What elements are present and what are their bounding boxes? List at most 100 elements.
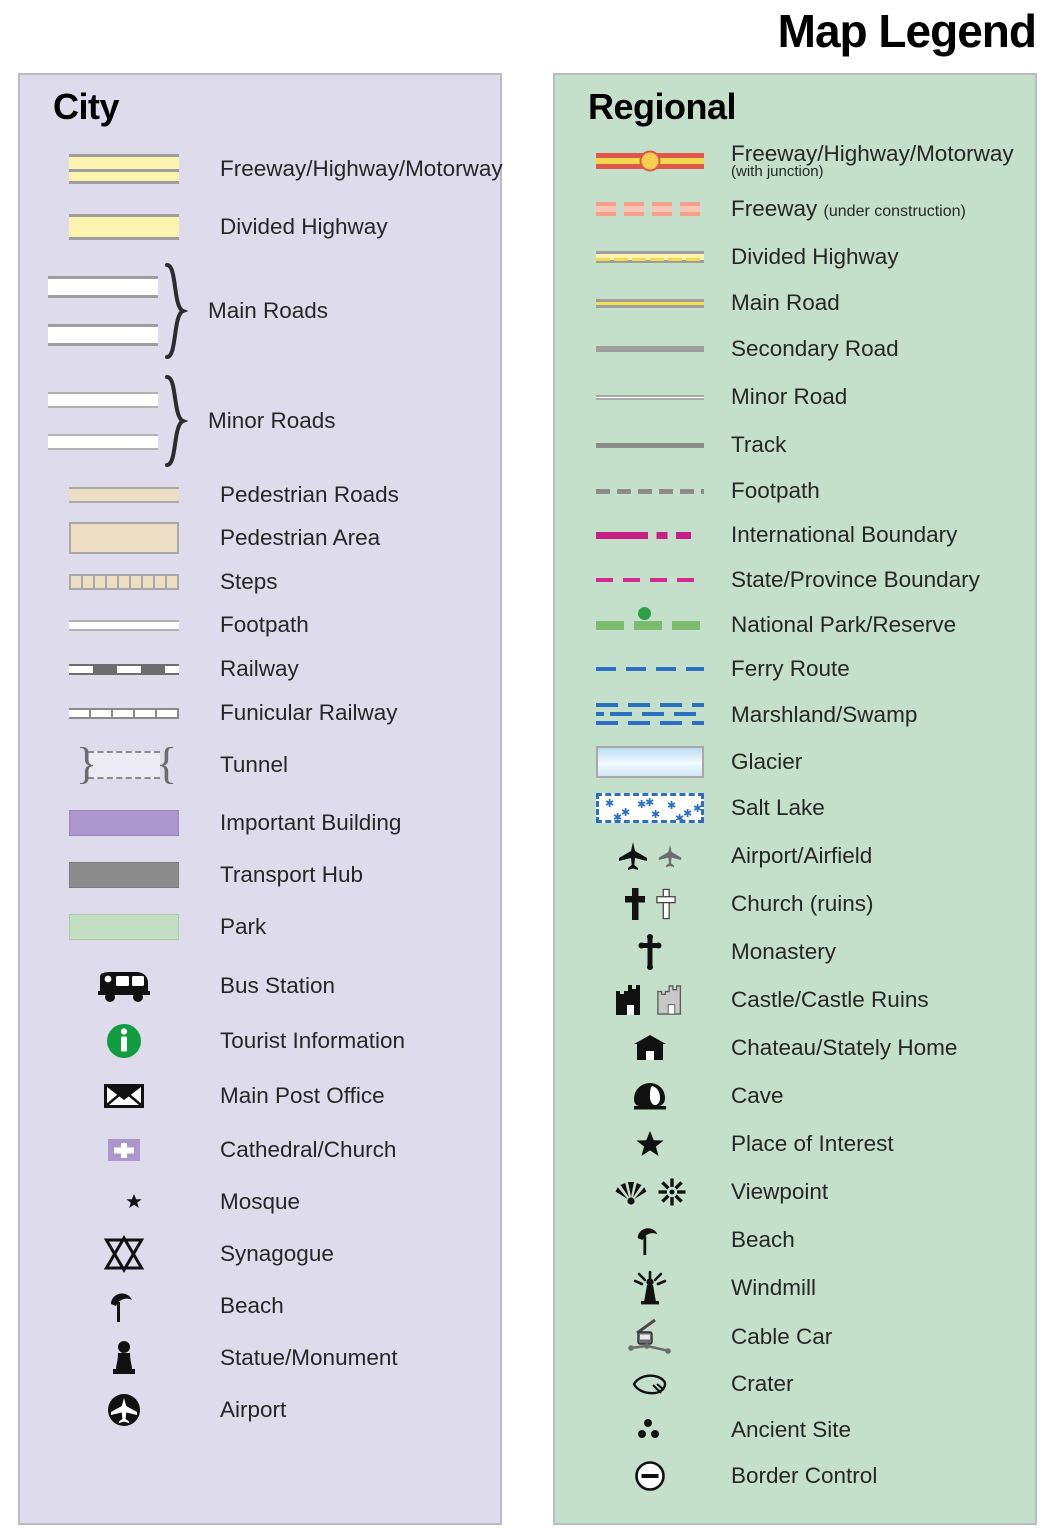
list-item-label: Freeway/Highway/Motorway (220, 156, 503, 182)
list-item[interactable]: Minor Road (555, 373, 1035, 421)
crater-icon (585, 1371, 715, 1397)
list-item-label: Bus Station (220, 973, 336, 999)
tunnel-symbol: } { (48, 739, 200, 788)
crescent-star-icon (48, 1185, 200, 1219)
list-item-label: Pedestrian Area (220, 525, 381, 551)
list-item-label: Salt Lake (731, 795, 825, 821)
list-item-label: Mosque (220, 1189, 301, 1215)
freeway-under-construction-line-symbol (585, 202, 715, 216)
list-item-label: Synagogue (220, 1241, 334, 1267)
list-item[interactable]: Footpath (20, 605, 500, 645)
list-item-label: Main Roads (208, 298, 329, 324)
list-item[interactable]: ✱ ✱ ✱ ✱ ✱ ✱ ✱ ✱ ✱ ✱ Salt Lake (555, 785, 1035, 831)
list-item-label: Cable Car (731, 1324, 833, 1350)
information-icon (48, 1021, 200, 1061)
list-item[interactable]: International Boundary (555, 513, 1035, 557)
list-item[interactable]: Tourist Information (20, 1017, 500, 1065)
list-item[interactable]: Freeway (under construction) (555, 187, 1035, 231)
city-legend-panel: City Freeway/Highway/Motorway Divided Hi… (18, 73, 503, 1525)
list-item[interactable]: Synagogue (20, 1231, 500, 1277)
list-item[interactable]: Place of Interest (555, 1121, 1035, 1167)
list-item[interactable]: Mosque (20, 1179, 500, 1225)
list-item[interactable]: Viewpoint (555, 1169, 1035, 1215)
list-item[interactable]: } { Tunnel (20, 739, 500, 791)
list-item[interactable]: Ferry Route (555, 647, 1035, 691)
list-item[interactable]: Airport/Airfield (555, 833, 1035, 879)
list-item-label: Secondary Road (731, 336, 899, 362)
list-item[interactable]: Bus Station (20, 963, 500, 1009)
list-item-label-main: Freeway (731, 196, 818, 222)
list-item-label: Cave (731, 1083, 784, 1109)
viewpoint-fan-icon (615, 1182, 647, 1205)
list-item[interactable]: National Park/Reserve (555, 603, 1035, 647)
main-road-line-symbol (585, 298, 715, 308)
list-item-label: Castle/Castle Ruins (731, 987, 929, 1013)
cable-car-icon (585, 1317, 715, 1357)
list-item[interactable]: Statue/Monument (20, 1335, 500, 1381)
church-cross-icon (625, 888, 645, 920)
list-item[interactable]: Track (555, 421, 1035, 469)
list-item[interactable]: Park (20, 905, 500, 949)
transport-hub-swatch (48, 862, 200, 888)
list-item[interactable]: Steps (20, 563, 500, 601)
list-item[interactable]: Freeway/Highway/Motorway (20, 147, 503, 191)
list-item[interactable]: Minor Roads (20, 373, 500, 469)
salt-lake-swatch-symbol: ✱ ✱ ✱ ✱ ✱ ✱ ✱ ✱ ✱ ✱ (585, 793, 715, 823)
viewpoint-burst-icon (658, 1178, 686, 1206)
list-item[interactable]: Beach (555, 1217, 1035, 1263)
list-item-sublabel: (under construction) (823, 203, 966, 221)
list-item[interactable]: Crater (555, 1361, 1035, 1407)
list-item[interactable]: Funicular Railway (20, 693, 500, 733)
city-panel-heading: City (53, 86, 120, 127)
list-item[interactable]: Airport (20, 1387, 500, 1433)
list-item[interactable]: Church (ruins) (555, 881, 1035, 927)
list-item[interactable]: Cave (555, 1073, 1035, 1119)
list-item[interactable]: Chateau/Stately Home (555, 1025, 1035, 1071)
list-item[interactable]: State/Province Boundary (555, 557, 1035, 603)
list-item[interactable]: Footpath (555, 469, 1035, 513)
list-item[interactable]: Divided Highway (20, 207, 500, 247)
list-item[interactable]: Pedestrian Area (20, 517, 500, 559)
list-item-label: Railway (220, 656, 299, 682)
list-item[interactable]: Cable Car (555, 1313, 1035, 1361)
list-item[interactable]: Cathedral/Church (20, 1127, 500, 1173)
bus-icon (48, 969, 200, 1003)
castle-pair-icon (585, 983, 715, 1017)
railway-band-symbol (48, 663, 200, 675)
list-item[interactable]: Castle/Castle Ruins (555, 977, 1035, 1023)
list-item[interactable]: Pedestrian Roads (20, 477, 500, 513)
list-item-label: Monastery (731, 939, 837, 965)
ancient-site-dots-icon (585, 1417, 715, 1443)
list-item[interactable]: Secondary Road (555, 327, 1035, 371)
list-item[interactable]: Railway (20, 649, 500, 689)
list-item-label: Freeway/Highway/Motorway (with junction) (731, 142, 1014, 179)
list-item[interactable]: Beach (20, 1283, 500, 1329)
freeway-junction-line-symbol (585, 150, 715, 172)
list-item-label: Park (220, 914, 267, 940)
list-item[interactable]: Glacier (555, 739, 1035, 785)
list-item-label: Freeway (under construction) (731, 197, 966, 221)
bracket-left-icon: } (76, 739, 98, 788)
list-item[interactable]: Transport Hub (20, 853, 500, 897)
list-item[interactable]: Main Road (555, 281, 1035, 325)
list-item-label: Windmill (731, 1275, 817, 1301)
list-item[interactable]: Marshland/Swamp (555, 691, 1035, 739)
regional-legend-rows: Freeway/Highway/Motorway (with junction)… (555, 139, 1035, 1499)
list-item[interactable]: Main Post Office (20, 1073, 500, 1119)
list-item[interactable]: Monastery (555, 929, 1035, 975)
park-swatch (48, 914, 200, 940)
park-dot-icon (638, 606, 651, 620)
list-item[interactable]: Divided Highway (555, 235, 1035, 279)
list-item[interactable]: Border Control (555, 1453, 1035, 1499)
list-item[interactable]: Main Roads (20, 261, 500, 361)
bracket-right-icon: { (156, 739, 178, 788)
minor-roads-pair-symbol (48, 392, 158, 450)
list-item-label: Divided Highway (731, 244, 899, 270)
list-item[interactable]: Ancient Site (555, 1407, 1035, 1453)
secondary-road-line-symbol (585, 346, 715, 352)
list-item[interactable]: Important Building (20, 801, 500, 845)
junction-dot-icon (639, 150, 661, 172)
list-item[interactable]: Freeway/Highway/Motorway (with junction) (555, 139, 1035, 183)
pedestrian-area-block-symbol (48, 522, 200, 554)
list-item[interactable]: Windmill (555, 1265, 1035, 1311)
